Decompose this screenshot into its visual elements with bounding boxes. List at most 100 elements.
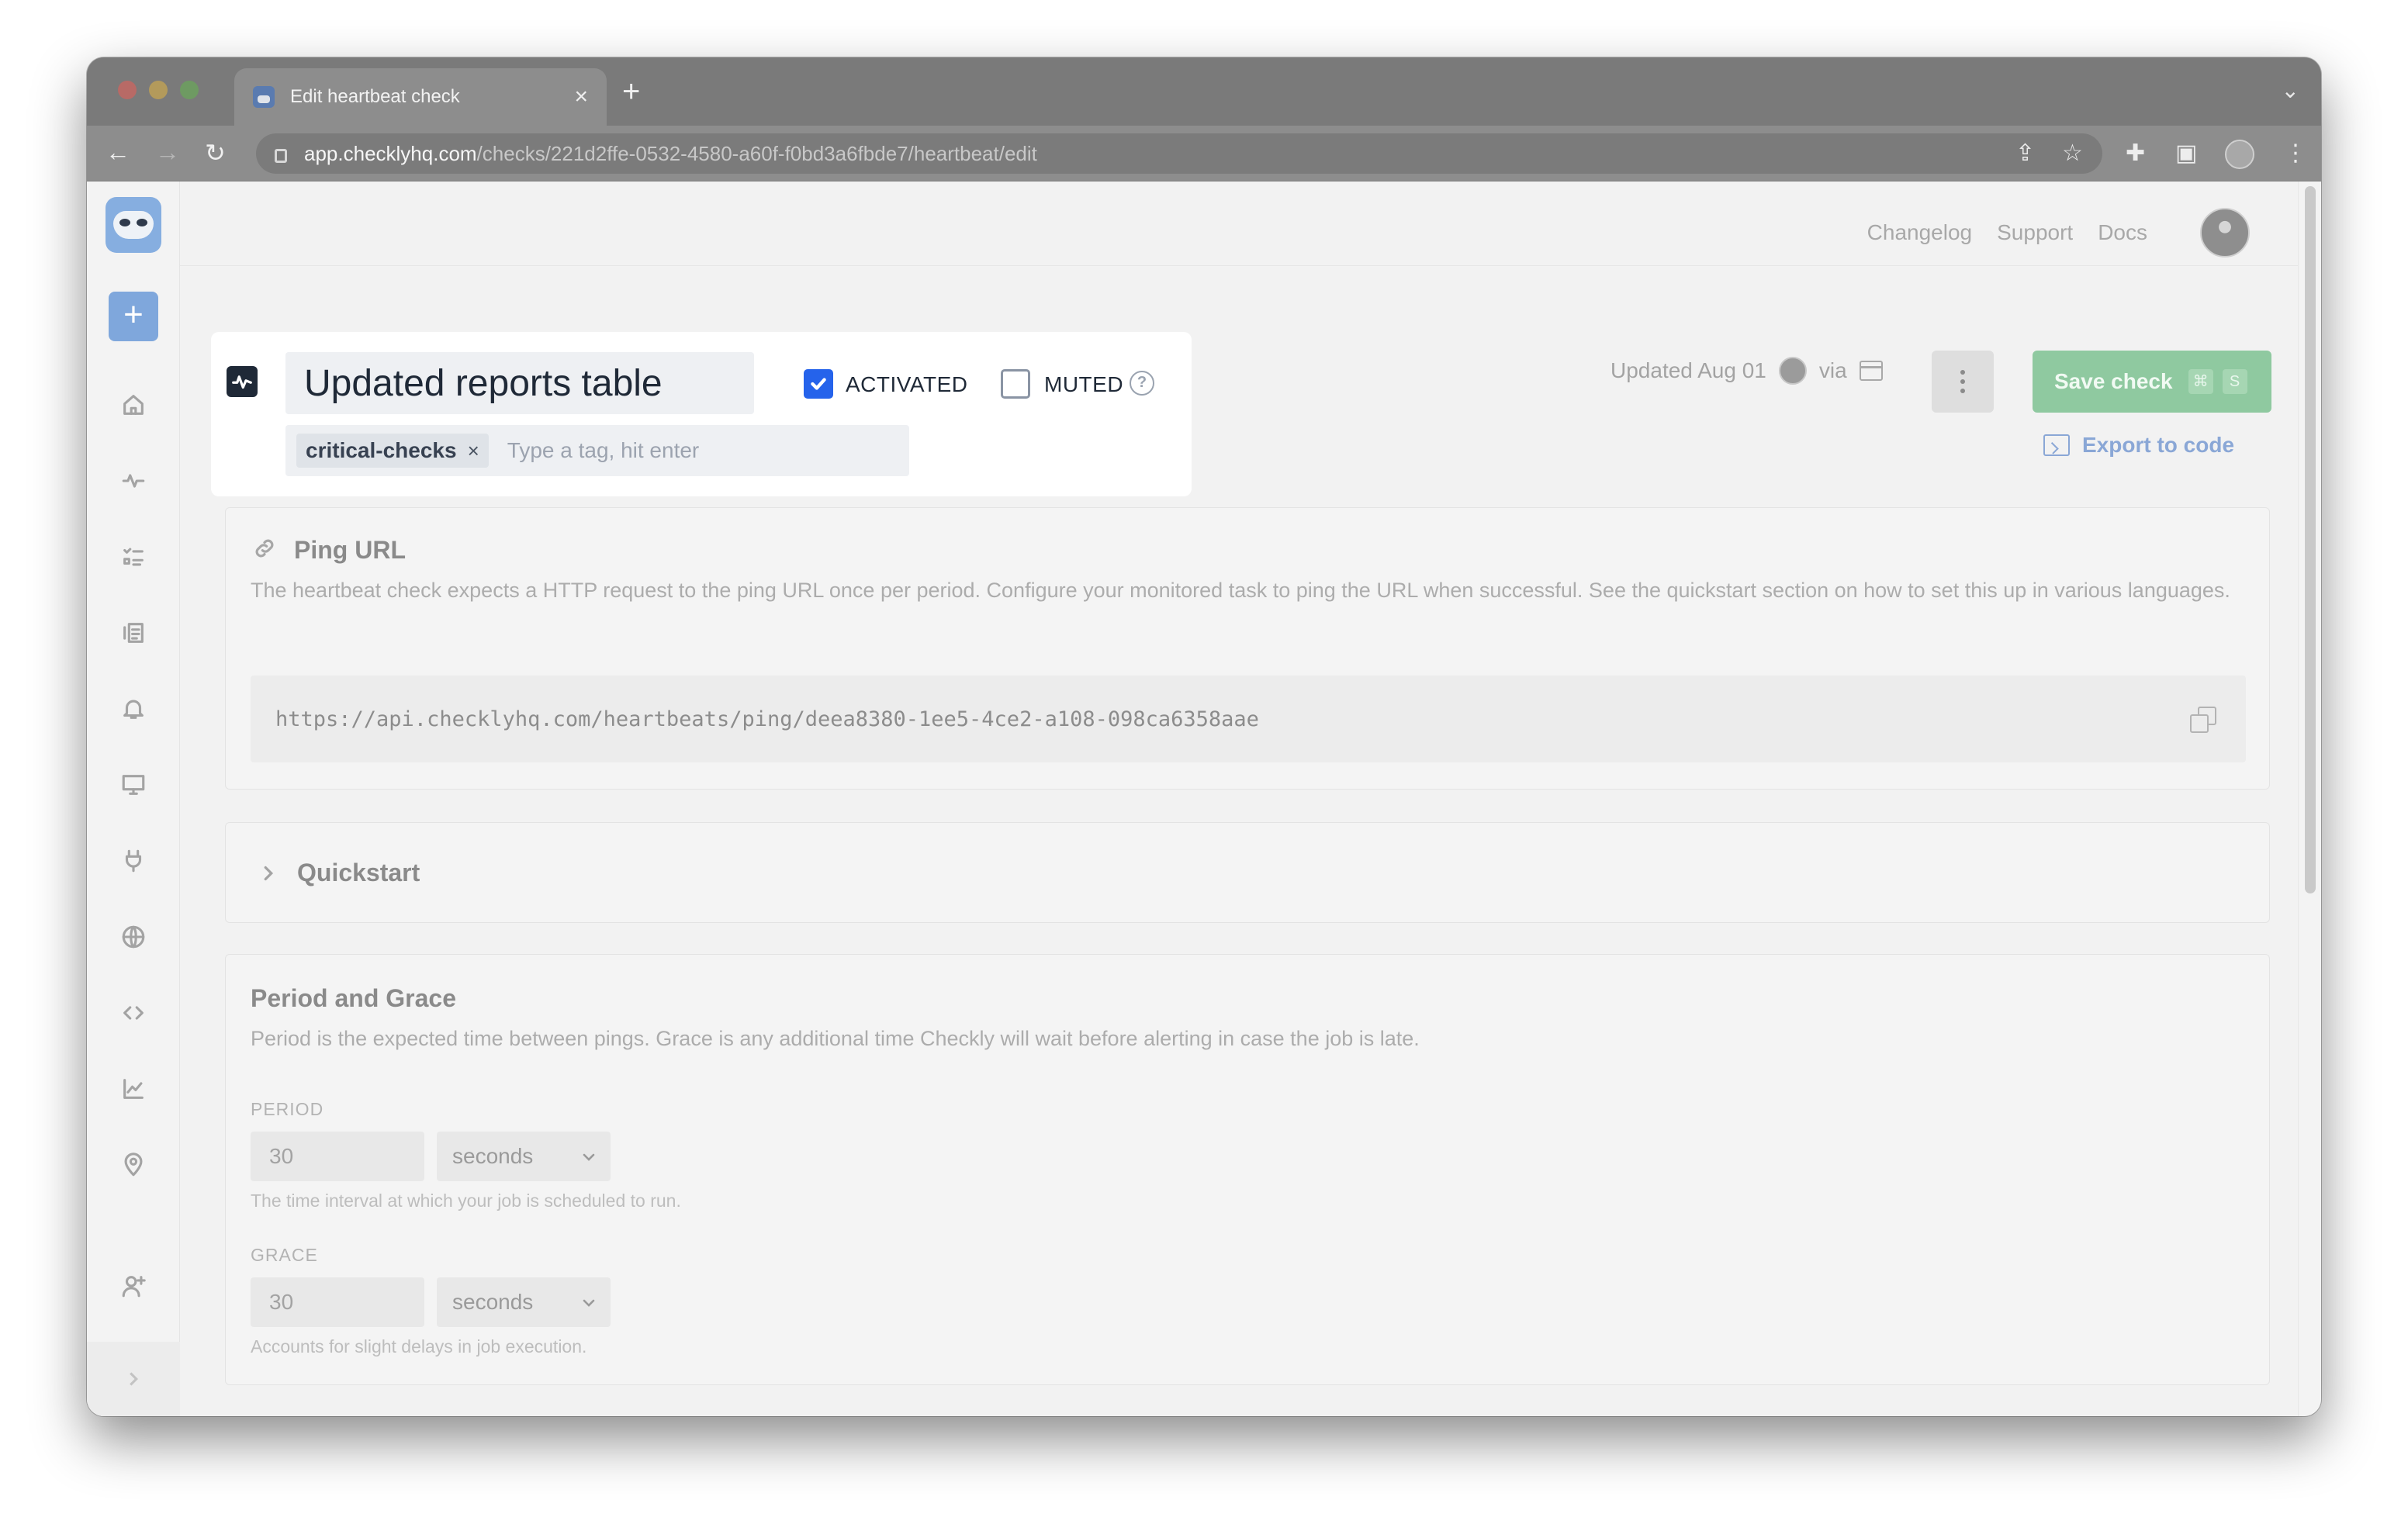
- tab-close-icon[interactable]: ×: [574, 84, 588, 110]
- minimize-window-button[interactable]: [149, 81, 168, 99]
- docs-link[interactable]: Docs: [2098, 220, 2147, 245]
- ping-url-description: The heartbeat check expects a HTTP reque…: [251, 579, 2230, 602]
- tab-list-chevron-icon[interactable]: ⌄: [2282, 78, 2299, 103]
- ping-url-value[interactable]: https://api.checklyhq.com/heartbeats/pin…: [275, 707, 2190, 731]
- period-input[interactable]: [251, 1132, 424, 1181]
- export-code-icon: [2043, 434, 2070, 456]
- bookmark-star-icon[interactable]: ☆: [2062, 140, 2083, 167]
- quickstart-section[interactable]: Quickstart: [225, 822, 2270, 923]
- dot: [1960, 389, 1965, 393]
- sidebar-item-home[interactable]: [115, 386, 152, 423]
- export-to-code-link[interactable]: Export to code: [2043, 433, 2234, 458]
- shortcut-s-key: S: [2222, 369, 2247, 394]
- back-arrow-icon[interactable]: ←: [106, 138, 130, 167]
- side-panel-icon[interactable]: ▣: [2175, 140, 2197, 167]
- user-avatar[interactable]: [2200, 208, 2250, 257]
- tags-input-field[interactable]: critical-checks ×: [285, 425, 909, 476]
- quickstart-title: Quickstart: [297, 859, 420, 886]
- period-label: PERIOD: [251, 1099, 324, 1119]
- grace-input[interactable]: [251, 1277, 424, 1327]
- period-grace-title: Period and Grace: [251, 984, 456, 1012]
- dot: [1960, 379, 1965, 384]
- app-content: + Changelog Support Docs Updated reports…: [87, 181, 2321, 1416]
- sidebar-item-private-locations[interactable]: [115, 918, 152, 956]
- tag-input[interactable]: [507, 438, 849, 463]
- remove-tag-icon[interactable]: ×: [468, 439, 479, 463]
- sidebar-item-alerts[interactable]: [115, 690, 152, 727]
- grace-unit-select[interactable]: seconds: [437, 1277, 611, 1327]
- browser-tab[interactable]: Edit heartbeat check ×: [234, 68, 607, 126]
- via-text: via: [1818, 358, 1847, 382]
- updated-text: Updated Aug 01: [1611, 358, 1766, 382]
- activated-checkbox[interactable]: [804, 369, 833, 399]
- dot: [1960, 370, 1965, 375]
- top-navigation: Changelog Support Docs: [1867, 208, 2250, 257]
- forward-arrow-icon[interactable]: →: [155, 138, 180, 167]
- grace-unit-value: seconds: [452, 1290, 534, 1314]
- period-grace-description: Period is the expected time between ping…: [251, 1027, 1420, 1050]
- changelog-link[interactable]: Changelog: [1867, 220, 1972, 245]
- period-unit-select[interactable]: seconds: [437, 1132, 611, 1181]
- page-scrollbar[interactable]: [2298, 181, 2321, 1416]
- period-unit-value: seconds: [452, 1144, 534, 1168]
- scrollbar-thumb[interactable]: [2305, 186, 2316, 893]
- checkly-logo[interactable]: [106, 197, 161, 253]
- save-check-button[interactable]: Save check ⌘ S: [2033, 351, 2271, 413]
- updated-info: Updated Aug 01 via: [1611, 357, 1883, 385]
- link-icon: [252, 536, 277, 561]
- tag-chip: critical-checks ×: [296, 434, 489, 468]
- sidebar-item-snippets[interactable]: [115, 994, 152, 1032]
- period-grace-section: Period and Grace Period is the expected …: [225, 954, 2270, 1385]
- activated-label: ACTIVATED: [846, 372, 968, 396]
- plug-icon: [125, 849, 142, 873]
- chart-icon: [123, 1079, 144, 1099]
- sidebar-item-dashboards[interactable]: [115, 766, 152, 804]
- sidebar-item-reporting[interactable]: [115, 1070, 152, 1108]
- check-name-input[interactable]: [285, 352, 754, 414]
- check-header-card: ACTIVATED MUTED ? critical-checks ×: [211, 332, 1192, 496]
- globe-icon: [122, 925, 145, 949]
- lock-icon: [275, 149, 287, 163]
- browser-menu-icon[interactable]: ⋮: [2284, 140, 2307, 167]
- extensions-puzzle-icon[interactable]: ✚: [2126, 140, 2145, 167]
- grace-label: GRACE: [251, 1245, 318, 1265]
- sidebar-item-invite-team[interactable]: [115, 1267, 152, 1305]
- shortcut-cmd-key: ⌘: [2188, 369, 2213, 394]
- chevron-down-icon: [580, 1147, 598, 1166]
- reload-icon[interactable]: ↻: [205, 138, 226, 168]
- sidebar-item-checks[interactable]: [115, 462, 152, 499]
- chevron-right-icon: [257, 862, 280, 885]
- code-icon: [123, 1006, 144, 1020]
- address-bar[interactable]: app.checklyhq.com /checks/221d2ffe-0532-…: [256, 133, 2102, 174]
- more-options-button[interactable]: [1932, 351, 1994, 413]
- header-divider: [180, 265, 2302, 266]
- add-user-icon: [122, 1276, 146, 1298]
- period-hint: The time interval at which your job is s…: [251, 1191, 681, 1211]
- ping-url-box: https://api.checklyhq.com/heartbeats/pin…: [251, 676, 2246, 762]
- sidebar-item-test-sessions[interactable]: [115, 614, 152, 651]
- share-icon[interactable]: ⇪: [2015, 140, 2035, 167]
- maximize-window-button[interactable]: [180, 81, 199, 99]
- url-path: /checks/221d2ffe-0532-4580-a60f-f0bd3a6f…: [476, 141, 1037, 165]
- tag-label: critical-checks: [306, 438, 457, 462]
- muted-checkbox[interactable]: [1001, 369, 1030, 399]
- home-icon: [123, 395, 144, 415]
- sidebar-expand-button[interactable]: [87, 1342, 180, 1416]
- sidebar-item-integrations[interactable]: [115, 842, 152, 880]
- browser-toolbar: ← → ↻ app.checklyhq.com /checks/221d2ffe…: [87, 126, 2321, 181]
- calendar-icon: [1859, 361, 1883, 381]
- sidebar-item-check-groups[interactable]: [115, 538, 152, 575]
- checkmark-icon: [811, 378, 826, 390]
- browser-profile-avatar[interactable]: [2225, 140, 2254, 169]
- sidebar-item-locations[interactable]: [115, 1146, 152, 1184]
- sidebar: +: [87, 181, 180, 1416]
- browser-window: Edit heartbeat check × + ⌄ ← → ↻ app.che…: [87, 57, 2321, 1416]
- tab-title: Edit heartbeat check: [290, 86, 460, 107]
- help-question-icon[interactable]: ?: [1130, 371, 1154, 396]
- support-link[interactable]: Support: [1997, 220, 2073, 245]
- add-check-button[interactable]: +: [109, 292, 158, 341]
- close-window-button[interactable]: [118, 81, 137, 99]
- copy-icon[interactable]: [2190, 707, 2216, 733]
- new-tab-button[interactable]: +: [622, 74, 640, 109]
- heartbeat-pulse-icon: [227, 366, 258, 397]
